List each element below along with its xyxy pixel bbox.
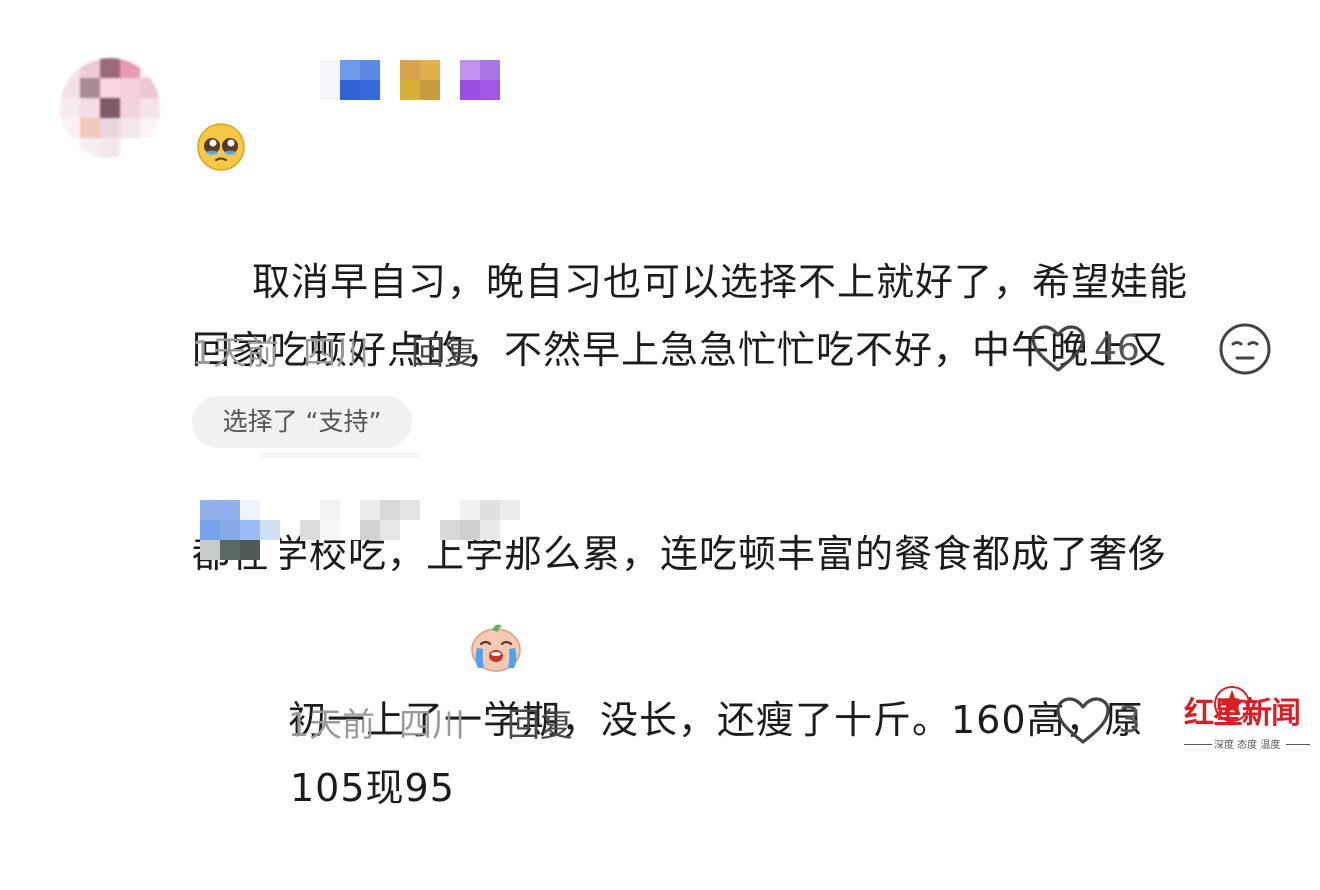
crying-face-icon (471, 624, 521, 672)
avatar[interactable] (60, 58, 160, 158)
comment-text: 105现95 (290, 618, 455, 890)
heart-icon[interactable] (1030, 324, 1086, 374)
comment-time: 1天前 (288, 705, 375, 744)
heart-icon[interactable] (1055, 696, 1111, 746)
like-count: 46 (1094, 328, 1140, 369)
comment-location: 四川 (303, 333, 369, 372)
watermark-line-right (1286, 744, 1310, 745)
watermark-brand: 红星新闻 (1184, 696, 1301, 731)
avatar[interactable] (200, 500, 280, 560)
comment-time: 1天前 (192, 333, 279, 372)
reply-button[interactable]: 回复 (411, 326, 477, 374)
dislike-face-icon[interactable] (1218, 322, 1272, 376)
watermark-tagline: 深度 态度 温度 (1214, 740, 1281, 751)
comment-line: 105现95 (290, 766, 455, 810)
watermark-line-left (1184, 744, 1212, 745)
divider (260, 452, 420, 458)
username[interactable] (300, 500, 520, 540)
watermark-logo: 红星新闻 深度 态度 温度 (1180, 682, 1315, 754)
reply-button[interactable]: 回复 (507, 698, 573, 746)
like-count: 3 (1118, 700, 1141, 741)
pleading-face-icon (197, 123, 245, 171)
username[interactable] (300, 60, 500, 100)
comment-location: 四川 (399, 705, 465, 744)
stance-chip[interactable]: 选择了 “支持” (192, 396, 412, 448)
